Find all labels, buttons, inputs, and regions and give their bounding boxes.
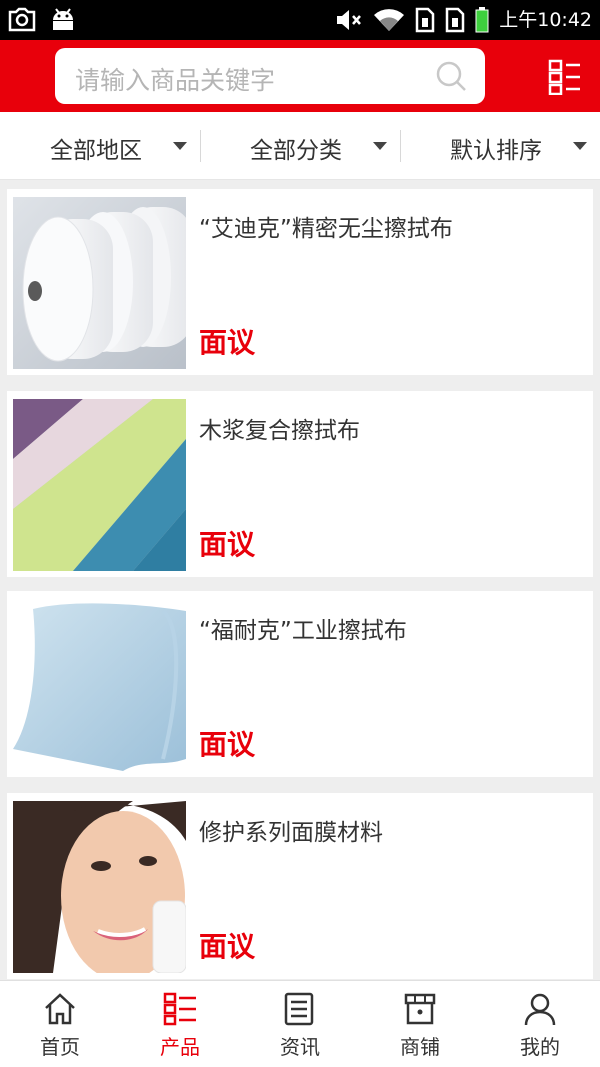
tab-news-label: 资讯: [280, 1035, 320, 1059]
filter-category[interactable]: 全部分类: [200, 112, 400, 180]
mute-icon: [337, 10, 362, 30]
home-icon: [45, 993, 75, 1025]
product-list-icon: [163, 992, 196, 1026]
filter-bar: 全部地区 全部分类 默认排序: [0, 112, 600, 180]
user-icon: [524, 993, 556, 1026]
chevron-down-icon: [373, 142, 387, 150]
battery-icon: [475, 7, 489, 33]
app-header: 请输入商品关键字: [0, 40, 600, 112]
sim1-icon: [415, 7, 435, 33]
product-price: 面议: [199, 326, 256, 359]
tab-shops[interactable]: 商铺: [360, 981, 480, 1067]
product-price: 面议: [199, 728, 256, 761]
product-image-colored-fabric-sheets: [13, 399, 186, 571]
product-image-white-cloth-rolls: [13, 197, 186, 369]
bottom-tab-bar: 首页 产品 资讯 商铺 我的: [0, 980, 600, 1067]
product-card[interactable]: “福耐克”工业擦拭布 面议: [7, 591, 593, 777]
tab-products-label: 产品: [160, 1035, 200, 1059]
filter-sort[interactable]: 默认排序: [400, 112, 600, 180]
product-image-woman-face-wipe: [13, 801, 186, 973]
search-icon[interactable]: [435, 60, 467, 92]
tab-mine[interactable]: 我的: [480, 981, 600, 1067]
product-price: 面议: [199, 930, 256, 963]
product-card[interactable]: 修护系列面膜材料 面议: [7, 793, 593, 979]
product-title: “艾迪克”精密无尘擦拭布: [199, 216, 453, 242]
tab-news[interactable]: 资讯: [240, 981, 360, 1067]
chevron-down-icon: [573, 142, 587, 150]
screenshot-icon: [8, 7, 36, 32]
product-image-blue-cloth-roll: [13, 599, 186, 771]
tab-shops-label: 商铺: [400, 1035, 440, 1059]
android-icon: [53, 8, 73, 30]
tab-home[interactable]: 首页: [0, 981, 120, 1067]
product-list: “艾迪克”精密无尘擦拭布 面议 木浆复合擦拭布 面议 “福耐克”工业擦拭布 面议…: [0, 180, 600, 980]
grid-list-icon[interactable]: [544, 59, 584, 95]
news-icon: [284, 992, 314, 1026]
shop-icon: [404, 993, 436, 1025]
product-price: 面议: [199, 528, 256, 561]
filter-sort-label: 默认排序: [450, 138, 542, 164]
product-title: “福耐克”工业擦拭布: [199, 618, 407, 644]
wifi-icon: [374, 9, 405, 32]
filter-region[interactable]: 全部地区: [0, 112, 200, 180]
search-input[interactable]: 请输入商品关键字: [55, 48, 485, 104]
filter-category-label: 全部分类: [250, 138, 342, 164]
filter-region-label: 全部地区: [50, 138, 142, 164]
sim2-icon: [445, 7, 465, 33]
tab-mine-label: 我的: [520, 1035, 560, 1059]
status-time: 上午10:42: [499, 9, 592, 31]
tab-home-label: 首页: [40, 1035, 80, 1059]
product-card[interactable]: “艾迪克”精密无尘擦拭布 面议: [7, 189, 593, 375]
chevron-down-icon: [173, 142, 187, 150]
product-title: 木浆复合擦拭布: [199, 418, 360, 444]
product-title: 修护系列面膜材料: [199, 820, 383, 846]
tab-products[interactable]: 产品: [120, 981, 240, 1067]
product-card[interactable]: 木浆复合擦拭布 面议: [7, 391, 593, 577]
status-bar: 上午10:42: [0, 0, 600, 40]
search-placeholder: 请输入商品关键字: [75, 66, 276, 95]
